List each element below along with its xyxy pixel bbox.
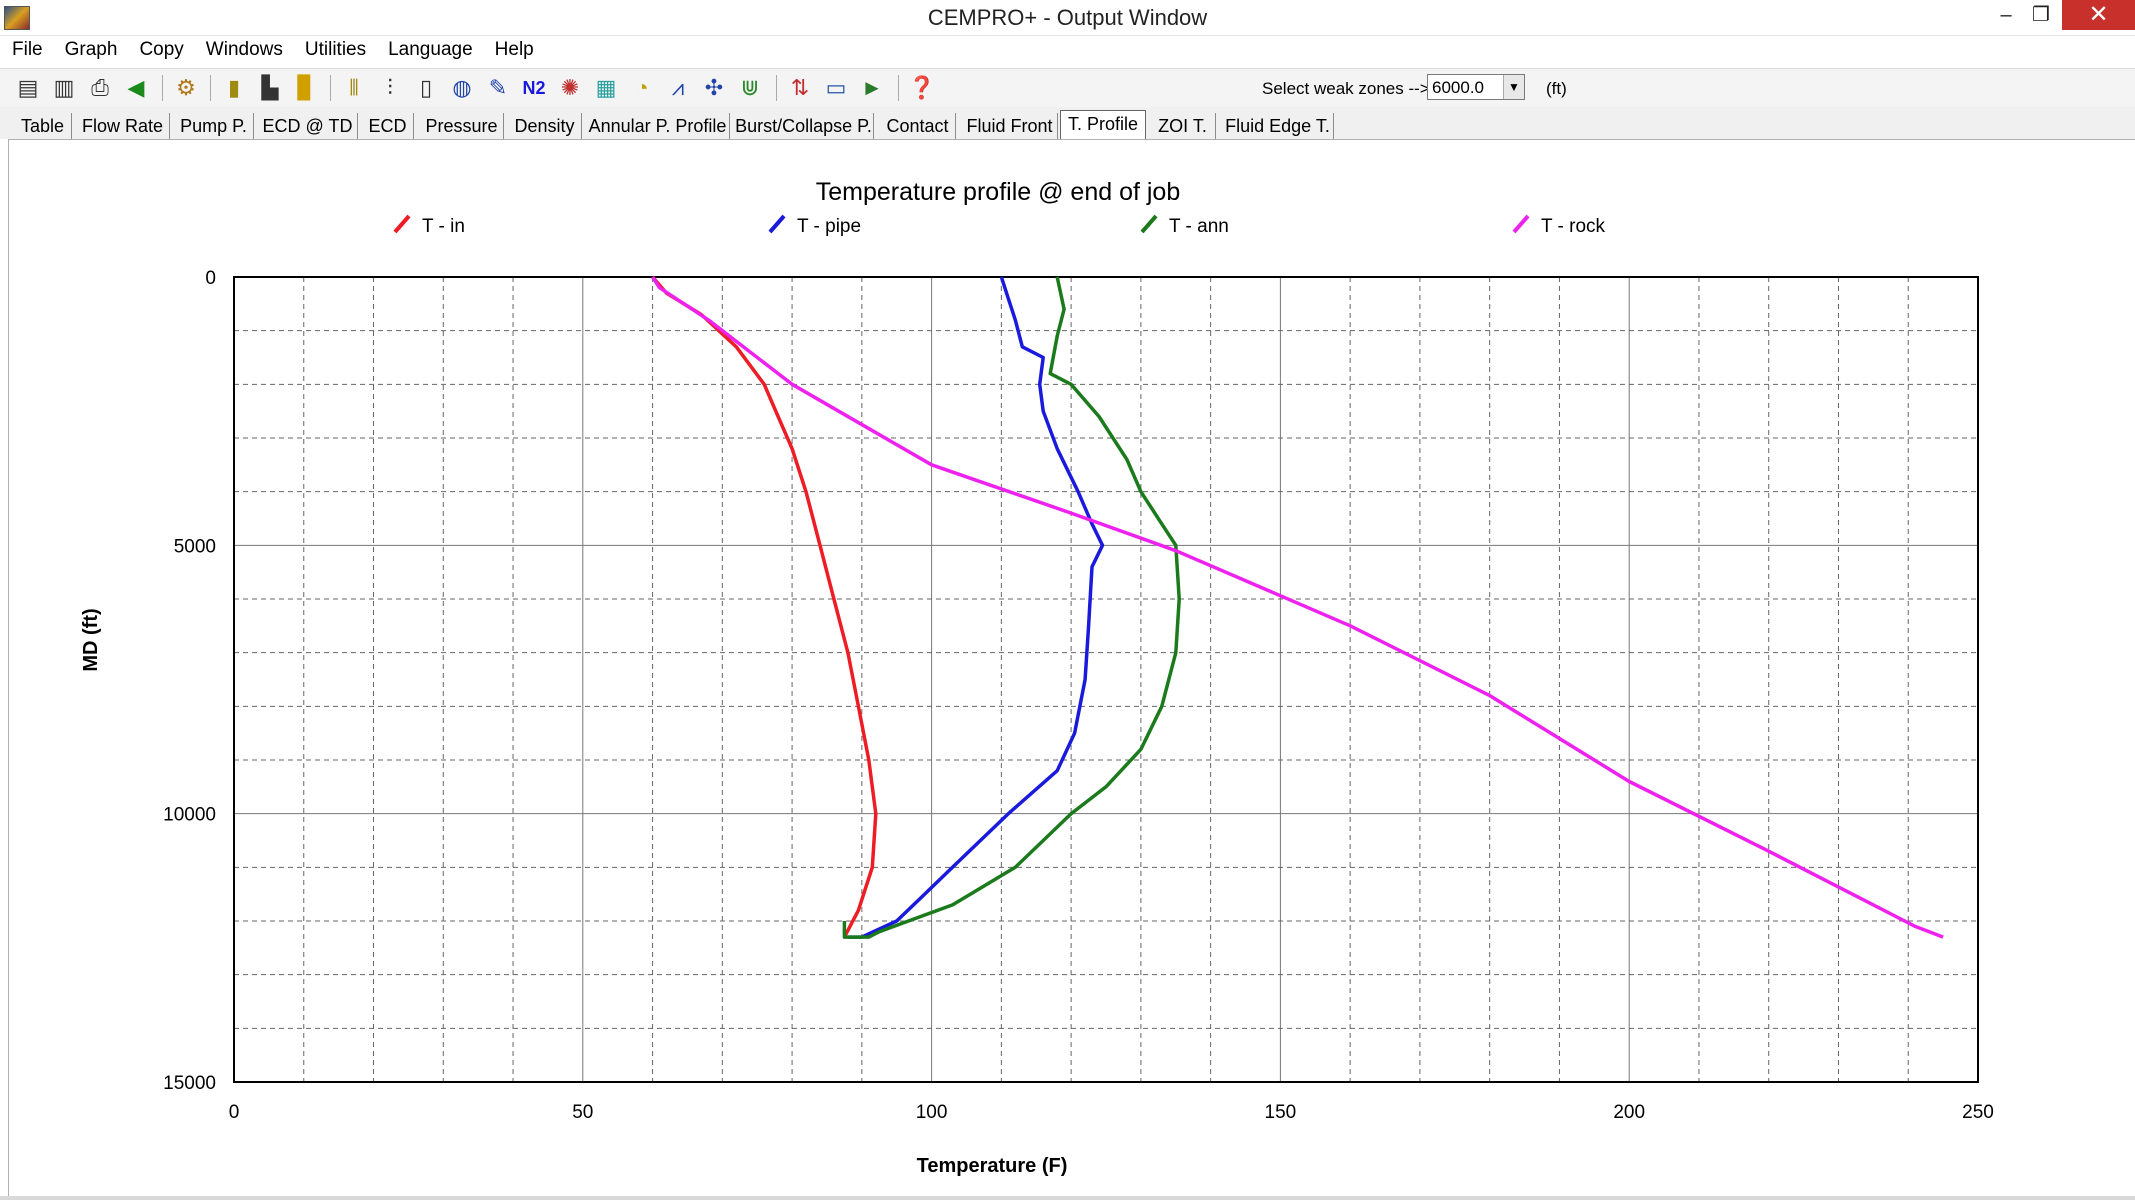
chart-grid: [234, 277, 1978, 1082]
legend-swatch: [768, 214, 786, 234]
axis-ticks: 0 50 100 150 200 250 0 5000 10000 15000: [163, 268, 1994, 1123]
y-tick-label: 0: [205, 268, 216, 289]
plot-area: [233, 276, 1979, 1083]
y-tick-label: 15000: [163, 1073, 216, 1094]
legend-swatch: [393, 214, 411, 234]
y-tick-label: 5000: [174, 536, 216, 557]
series-line-t-in: [651, 275, 878, 938]
chart-legend: T - in T - pipe T - ann T - rock: [393, 214, 1606, 237]
legend-swatch: [1512, 214, 1530, 234]
legend-swatch: [1140, 214, 1158, 234]
x-tick-label: 100: [916, 1102, 948, 1123]
series-line-t-pipe: [847, 276, 1105, 939]
legend-label: T - in: [422, 216, 465, 237]
x-tick-label: 150: [1265, 1102, 1297, 1123]
series-line-t-rock: [651, 276, 1944, 939]
x-tick-label: 0: [229, 1102, 240, 1123]
y-tick-label: 10000: [163, 805, 216, 826]
legend-label: T - ann: [1169, 216, 1229, 237]
x-axis-label: Temperature (F): [917, 1155, 1068, 1177]
y-axis-label: MD (ft): [80, 608, 102, 671]
chart-series: [651, 275, 1944, 939]
legend-label: T - pipe: [797, 216, 861, 237]
temperature-profile-chart: Temperature profile @ end of job T - in T…: [80, 178, 1994, 1177]
x-tick-label: 200: [1613, 1102, 1645, 1123]
legend-label: T - rock: [1541, 216, 1606, 237]
x-tick-label: 50: [572, 1102, 593, 1123]
chart-title: Temperature profile @ end of job: [816, 178, 1180, 206]
x-tick-label: 250: [1962, 1102, 1994, 1123]
status-bar: [0, 1196, 2135, 1200]
series-line-t-ann: [842, 276, 1181, 939]
